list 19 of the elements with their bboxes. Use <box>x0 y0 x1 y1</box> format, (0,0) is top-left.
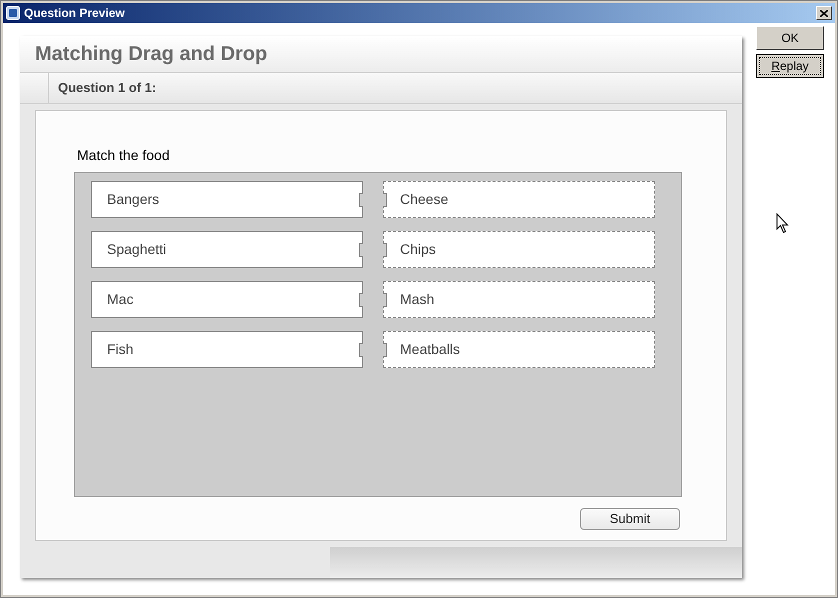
question-counter: Question 1 of 1: <box>57 79 156 98</box>
question-title: Matching Drag and Drop <box>35 42 268 67</box>
drag-item[interactable]: Mac <box>91 281 363 318</box>
drop-target[interactable]: Cheese <box>383 181 655 218</box>
drop-target[interactable]: Mash <box>383 281 655 318</box>
dialog-button[interactable]: Replay <box>756 54 824 78</box>
drag-item[interactable]: Spaghetti <box>91 231 363 268</box>
app-icon <box>6 6 20 20</box>
drop-target[interactable]: Meatballs <box>383 331 655 368</box>
close-icon <box>820 10 828 16</box>
close-button[interactable] <box>816 6 832 20</box>
cursor-icon <box>776 213 789 234</box>
submit-button[interactable]: Submit <box>580 508 680 530</box>
drag-item[interactable]: Fish <box>91 331 363 368</box>
drop-target[interactable]: Chips <box>383 231 655 268</box>
dialog-button[interactable]: OK <box>756 26 824 50</box>
window-title: Question Preview <box>24 5 125 22</box>
drag-item[interactable]: Bangers <box>91 181 363 218</box>
instruction-text: Match the food <box>77 146 171 165</box>
